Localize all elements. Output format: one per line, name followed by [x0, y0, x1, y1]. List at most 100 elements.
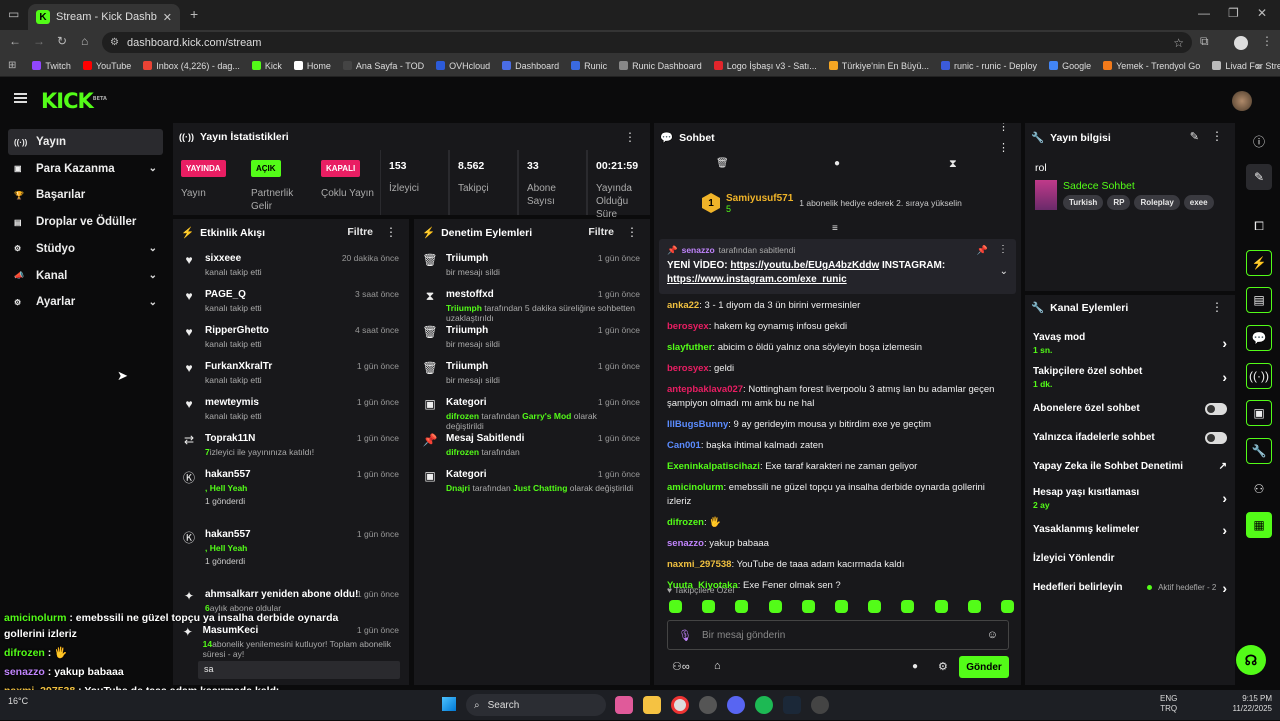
chat-username[interactable]: senazzo [667, 538, 704, 549]
bookmark-item[interactable]: Home [293, 61, 331, 71]
activity-item[interactable]: ♥ sixxeee kanalı takip etti 20 dakika önce [173, 248, 409, 284]
chat-username[interactable]: slayfuther [667, 342, 712, 353]
pinned-instagram-link[interactable]: https://www.instagram.com/exe_runic [667, 274, 847, 285]
moderation-filter-button[interactable]: Filtre [588, 226, 614, 238]
channel-action-item[interactable]: Yavaş mod 1 sn. › [1025, 326, 1235, 360]
taskbar-clock[interactable]: 9:15 PM 11/22/2025 [1226, 694, 1272, 714]
moderation-item[interactable]: ▣ Kategori difrozen tarafından Garry's Mod… [414, 392, 650, 431]
channel-action-item[interactable]: Yapay Zeka ile Sohbet Denetimi ↗ [1025, 452, 1235, 481]
channel-action-item[interactable]: Hesap yaşı kısıtlaması 2 ay › [1025, 481, 1235, 515]
browser-tab[interactable]: K Stream - Kick Dashboard ✕ [28, 4, 180, 30]
moderation-item[interactable]: ⧗ mestoffxd Triiumph tarafından 5 dakika s… [414, 284, 650, 323]
chat-message[interactable]: senazzo: yakup babaaa [654, 537, 1014, 551]
rail-chat-icon[interactable]: 💬 [1246, 325, 1272, 351]
chevron-right-icon[interactable]: › [1222, 522, 1227, 538]
rail-moderation-icon[interactable]: ▤ [1246, 287, 1272, 313]
chat-username[interactable]: amicinolurm [667, 482, 724, 493]
channel-action-item[interactable]: Takipçilere özel sohbet 1 dk. › [1025, 360, 1235, 394]
tag-chip[interactable]: exee [1183, 195, 1214, 210]
bookmark-item[interactable]: runic - runic - Deploy [941, 61, 1037, 71]
bookmark-item[interactable]: Kick [251, 61, 282, 71]
chat-message[interactable]: IllBugsBunny: 9 ay gerideyim mousa yı bi… [654, 418, 1014, 432]
chat-timer-icon[interactable]: ⧗ [949, 158, 957, 171]
kick-logo[interactable]: KICKBETA [41, 89, 107, 113]
moderation-item[interactable]: 🗑 Triiumph bir mesajı sildi 1 gün önce [414, 248, 650, 284]
sidebar-item[interactable]: ▤ Droplar ve Ödüller [8, 209, 163, 235]
emote-icon[interactable] [669, 600, 682, 613]
bookmark-star-icon[interactable]: ☆ [1173, 36, 1184, 50]
moderation-menu-icon[interactable]: ⋮ [626, 225, 638, 239]
rail-activity-icon[interactable]: ⚡ [1246, 250, 1272, 276]
start-menu-icon[interactable] [442, 697, 456, 711]
bookmark-item[interactable]: YouTube [82, 61, 131, 71]
activity-filter-button[interactable]: Filtre [347, 226, 373, 238]
sidebar-item[interactable]: ⚙ Ayarlar ⌄ [8, 289, 163, 315]
tab-close-icon[interactable]: ✕ [163, 11, 172, 24]
rail-edit-icon[interactable]: ✎ [1246, 164, 1272, 190]
info-icon[interactable]: ⓘ [1246, 128, 1272, 154]
emote-icon[interactable] [868, 600, 882, 613]
emote-icon[interactable] [801, 600, 815, 613]
forward-icon[interactable]: → [33, 34, 45, 48]
bookmark-item[interactable]: Inbox (4,226) - dag... [143, 61, 240, 71]
chat-users-icon[interactable]: ⚇∞ [672, 660, 690, 673]
reload-icon[interactable]: ↻ [57, 34, 67, 48]
activity-item[interactable]: Ⓚhakan557 , Hell Yeah 1 gönderdi 1 gün önce [173, 464, 409, 524]
pinned-menu-icon[interactable]: ⋮ [998, 244, 1008, 255]
chat-username[interactable]: difrozen [667, 517, 704, 528]
rail-layout-icon[interactable]: ⧠ [1246, 213, 1272, 239]
chevron-right-icon[interactable]: › [1222, 580, 1227, 596]
chat-filter-icon[interactable]: ≡ [832, 223, 838, 234]
bookmark-item[interactable]: Logo İşbaşı v3 - Satı... [713, 61, 817, 71]
bookmark-item[interactable]: Twitch [32, 61, 71, 71]
activity-item[interactable]: ♥ RipperGhetto kanalı takip etti 4 saat önc… [173, 320, 409, 356]
chat-username[interactable]: Exeninkalpatiscihazi [667, 461, 760, 472]
rail-broadcast-icon[interactable]: ((·)) [1246, 363, 1272, 389]
new-tab-icon[interactable]: + [190, 6, 198, 22]
rail-tools-icon[interactable]: 🔧 [1246, 438, 1272, 464]
profile-icon[interactable] [1234, 36, 1248, 50]
bookmark-item[interactable]: Türkiye'nin En Büyü... [828, 61, 929, 71]
chat-username[interactable]: naxmi_297538 [667, 559, 731, 570]
stats-menu-icon[interactable]: ⋮ [624, 130, 636, 144]
emote-icon[interactable] [934, 600, 948, 613]
emoji-icon[interactable]: ☺ [987, 629, 998, 641]
discord-app-icon[interactable] [727, 696, 745, 714]
chat-emote-icon[interactable]: ● [834, 158, 840, 169]
chat-username[interactable]: antepbaklava027 [667, 384, 743, 395]
chat-message[interactable]: slayfuther: abicim o öldü yalnız ona söy… [654, 341, 1014, 355]
channel-action-item[interactable]: İzleyici Yönlendir [1025, 544, 1235, 573]
channel-action-item[interactable]: Yalnızca ifadelerle sohbet [1025, 423, 1235, 452]
obs-app-icon[interactable] [699, 696, 717, 714]
chat-input[interactable]: 🎙 Bir mesaj gönderin ☺ [667, 620, 1009, 650]
sidebar-item[interactable]: ▣ Para Kazanma ⌄ [8, 156, 163, 182]
moderation-item[interactable]: 🗑 Triiumph bir mesajı sildi 1 gün önce [414, 320, 650, 356]
sidebar-item[interactable]: 📣 Kanal ⌄ [8, 263, 163, 289]
chat-message[interactable]: berosyex: hakem kg oynamış infosu gekdi [654, 320, 1014, 334]
back-icon[interactable]: ← [9, 34, 21, 48]
chrome-app-icon[interactable] [671, 696, 689, 714]
taskbar-search[interactable]: ⌕ Search [466, 694, 606, 716]
rail-users-icon[interactable]: ⚇ [1246, 476, 1272, 502]
site-info-icon[interactable]: ⚙ [110, 37, 119, 48]
file-explorer-app-icon[interactable] [643, 696, 661, 714]
maximize-icon[interactable]: ❐ [1228, 6, 1239, 20]
tag-chip[interactable]: Roleplay [1134, 195, 1180, 210]
category-thumbnail[interactable] [1035, 180, 1057, 210]
activity-item[interactable]: ⇄ Toprak11N 7izleyici ile yayınınıza katıl… [173, 428, 409, 464]
address-bar[interactable]: ⚙ dashboard.kick.com/stream ☆ [102, 32, 1192, 53]
emote-icon[interactable] [735, 600, 749, 613]
channel-actions-menu-icon[interactable]: ⋮ [1211, 300, 1223, 314]
category-name[interactable]: Sadece Sohbet [1063, 180, 1135, 192]
bookmark-item[interactable]: Livad For Streamers [1212, 61, 1280, 71]
moderation-item[interactable]: 📌 Mesaj Sabitlendi difrozen tarafından 1 gü… [414, 428, 650, 464]
unpin-icon[interactable]: 📌 [977, 245, 988, 256]
spotify-app-icon[interactable] [755, 696, 773, 714]
bookmark-item[interactable]: Yemek - Trendyol Go [1103, 61, 1200, 71]
rail-stats-icon[interactable]: ▣ [1246, 400, 1272, 426]
bookmark-item[interactable]: Dashboard [502, 61, 559, 71]
chat-message[interactable]: naxmi_297538: YouTube de taaa adam kacır… [654, 558, 1014, 572]
home-icon[interactable]: ⌂ [81, 34, 88, 48]
emote-icon[interactable] [901, 600, 915, 613]
chevron-right-icon[interactable]: › [1222, 369, 1227, 385]
